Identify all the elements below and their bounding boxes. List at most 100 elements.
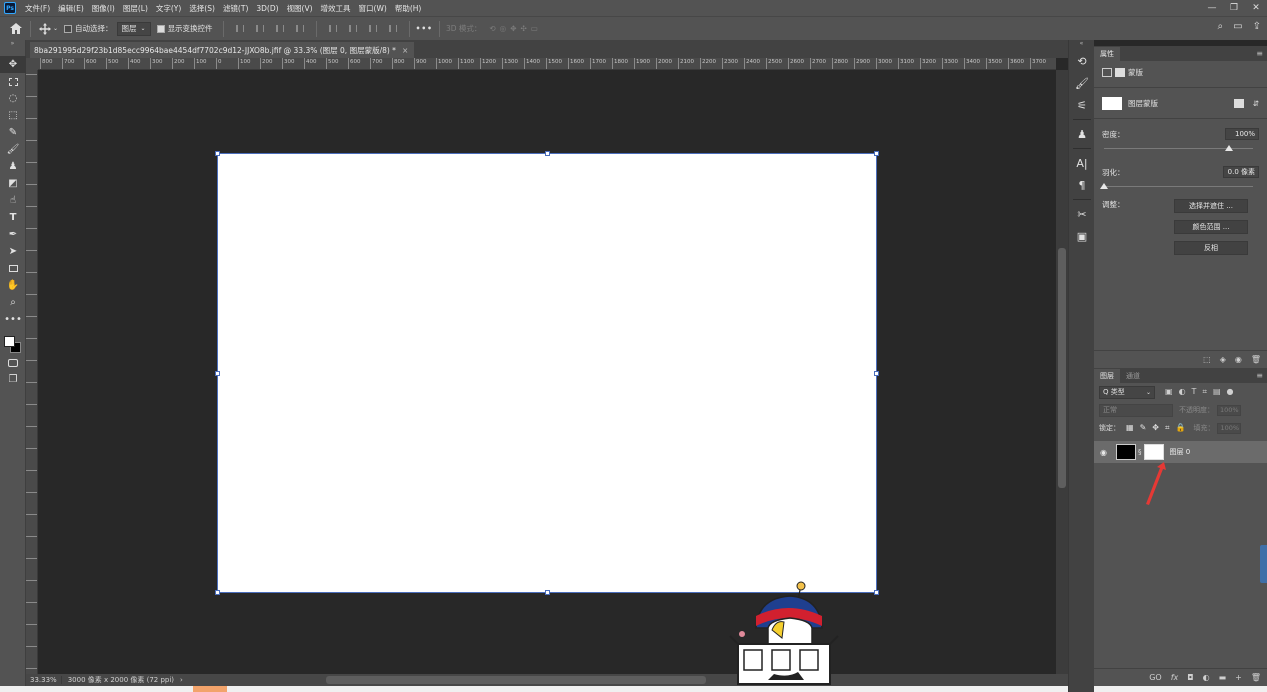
close-window-button[interactable]: ✕ [1245,0,1267,16]
document-info[interactable]: 3000 像素 x 2000 像素 (72 ppi) [62,675,180,685]
eraser-tool-icon[interactable]: ◩ [0,175,26,192]
character-icon[interactable]: A| [1069,152,1095,174]
add-mask-icon[interactable]: ◘ [1187,673,1193,682]
screen-mode-icon[interactable]: ❐ [0,371,26,388]
align-left-icon[interactable] [233,22,247,36]
workspace-icon[interactable]: ▭ [1233,21,1242,32]
new-adjustment-icon[interactable]: ◐ [1203,673,1210,682]
transform-handle[interactable] [215,590,220,595]
stamp-tool-icon[interactable]: ♟ [0,158,26,175]
menu-filter[interactable]: 滤镜(T) [219,3,252,14]
density-slider[interactable] [1104,145,1253,153]
brush-settings-icon[interactable]: 🖌 [1069,72,1095,94]
menu-help[interactable]: 帮助(H) [391,3,426,14]
menu-image[interactable]: 图像(I) [88,3,119,14]
horizontal-scrollbar-thumb[interactable] [326,676,706,684]
align-center-icon[interactable] [253,22,267,36]
more-tools-icon[interactable]: ••• [0,311,26,328]
transform-handle[interactable] [215,151,220,156]
load-selection-icon[interactable]: ⬚ [1203,355,1211,364]
vertical-scrollbar[interactable] [1056,70,1068,674]
delete-layer-icon[interactable]: 🗑 [1251,673,1261,682]
path-select-tool-icon[interactable]: ➤ [0,243,26,260]
panel-menu-icon[interactable]: ≡ [1256,49,1263,58]
select-pixel-mask-icon[interactable] [1233,98,1244,108]
layer-style-icon[interactable]: fx [1171,673,1179,682]
distribute-icon[interactable] [293,22,307,36]
fill-input[interactable]: 100% [1217,422,1242,434]
visibility-eye-icon[interactable]: ◉ [1100,448,1114,457]
zoom-level[interactable]: 33.33% [26,676,62,684]
lock-position-icon[interactable]: ✥ [1152,423,1159,433]
menu-window[interactable]: 窗口(W) [355,3,391,14]
tab-channels[interactable]: 通道 [1120,369,1146,383]
align-middle-icon[interactable] [346,22,360,36]
panel-menu-icon[interactable]: ≡ [1256,371,1263,380]
move-tool-icon[interactable]: ✥ [0,56,26,73]
menu-file[interactable]: 文件(F) [21,3,54,14]
tab-layers[interactable]: 图层 [1094,369,1120,383]
layer-row[interactable]: ◉ § 图层 0 [1094,441,1267,463]
hand-tool-icon[interactable]: ✋ [0,277,26,294]
filter-adjustment-icon[interactable]: ◐ [1179,387,1186,397]
select-and-mask-button[interactable]: 选择并遮住 ... [1174,199,1248,213]
transform-handle[interactable] [874,371,879,376]
density-input[interactable]: 100% [1225,128,1259,140]
eyedropper-tool-icon[interactable]: ✎ [0,124,26,141]
move-tool-icon[interactable] [37,21,53,37]
marquee-tool-icon[interactable] [0,73,26,90]
share-icon[interactable]: ⇪ [1253,21,1261,32]
filter-shape-icon[interactable]: ⌗ [1202,387,1207,397]
opacity-input[interactable]: 100% [1217,404,1241,416]
transform-handle[interactable] [545,590,550,595]
more-options-button[interactable]: ••• [416,24,433,33]
restore-button[interactable]: ❐ [1223,0,1245,16]
feather-slider-knob[interactable] [1100,183,1108,189]
invert-button[interactable]: 反相 [1174,241,1248,255]
lock-pixels-icon[interactable]: ✎ [1140,423,1147,433]
feather-slider[interactable] [1100,183,1253,191]
home-icon[interactable] [8,21,24,37]
adjustments-icon[interactable]: ⚟ [1069,94,1095,116]
document-canvas[interactable] [215,151,879,595]
collapse-panels-icon[interactable]: « [1069,40,1094,50]
transform-handle[interactable] [545,151,550,156]
quick-select-tool-icon[interactable]: ⬚ [0,107,26,124]
menu-view[interactable]: 视图(V) [283,3,317,14]
transform-handle[interactable] [874,590,879,595]
chevron-down-icon[interactable]: ⌄ [53,25,58,32]
align-top-icon[interactable] [326,22,340,36]
side-expand-tab[interactable] [1260,545,1267,583]
pen-tool-icon[interactable]: ✒ [0,226,26,243]
menu-layer[interactable]: 图层(L) [119,3,152,14]
color-range-button[interactable]: 颜色范围 ... [1174,220,1248,234]
libraries-icon[interactable]: ▣ [1069,225,1095,247]
lock-transparent-icon[interactable]: ▦ [1126,423,1134,433]
color-swatches[interactable] [0,328,26,354]
transform-handle[interactable] [215,371,220,376]
auto-select-checkbox[interactable] [64,24,73,33]
toggle-mask-icon[interactable]: ◉ [1235,355,1242,364]
close-tab-icon[interactable]: × [402,46,408,55]
paragraph-icon[interactable]: ¶ [1069,174,1095,196]
new-layer-icon[interactable]: + [1235,673,1242,682]
layer-thumbnail[interactable] [1116,444,1136,460]
new-group-icon[interactable]: ▬ [1219,673,1227,682]
tab-properties[interactable]: 属性 [1094,47,1120,61]
feather-input[interactable]: 0.0 像素 [1223,166,1259,178]
layer-mask-thumbnail[interactable] [1143,444,1164,460]
layer-type-filter[interactable]: Q 类型 ⌄ [1099,385,1155,399]
pixel-mask-icon[interactable] [1102,67,1112,77]
vector-mask-icon[interactable] [1115,67,1125,77]
link-layers-icon[interactable]: GO [1149,673,1162,682]
menu-plugins[interactable]: 增效工具 [317,3,355,14]
quick-mask-icon[interactable] [0,354,26,371]
density-slider-knob[interactable] [1225,145,1233,151]
show-transform-checkbox[interactable] [156,24,165,33]
history-icon[interactable]: ⟲ [1069,50,1095,72]
link-chain-icon[interactable]: § [1138,448,1142,456]
rectangle-tool-icon[interactable] [0,260,26,277]
toolbar-collapse-icon[interactable]: » [0,40,25,56]
type-tool-icon[interactable]: T [0,209,26,226]
document-tab[interactable]: 8ba291995d29f23b1d85ecc9964bae4454df7702… [30,42,414,58]
